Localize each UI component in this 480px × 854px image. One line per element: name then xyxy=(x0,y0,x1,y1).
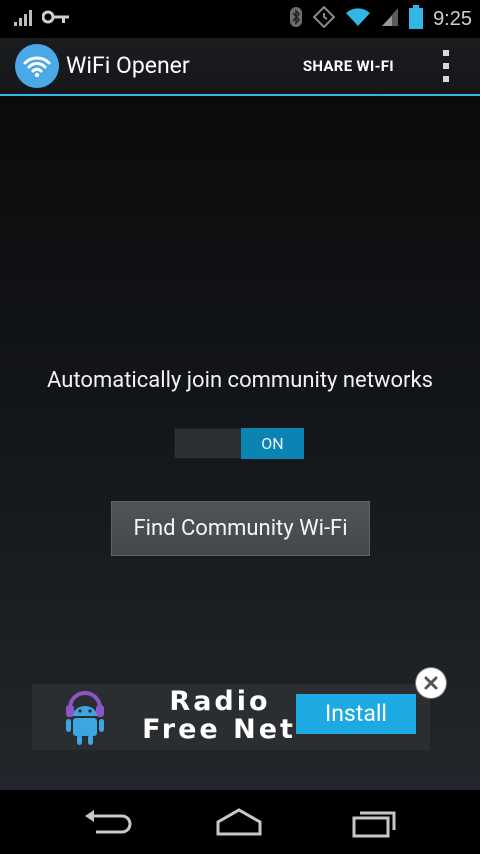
toggle-on-label: ON xyxy=(241,428,304,459)
recent-apps-icon[interactable] xyxy=(350,806,400,838)
signal-icon xyxy=(12,8,34,30)
bluetooth-icon xyxy=(289,6,303,32)
auto-join-label: Automatically join community networks xyxy=(47,368,433,393)
battery-icon xyxy=(409,5,424,33)
ad-banner[interactable]: Radio Free Net Install xyxy=(32,684,430,750)
android-radio-icon xyxy=(64,690,106,746)
key-icon xyxy=(41,9,70,29)
find-community-wifi-button[interactable]: Find Community Wi-Fi xyxy=(111,501,370,556)
action-bar: WiFi Opener SHARE WI-FI xyxy=(0,38,480,96)
navigation-bar xyxy=(0,790,480,854)
ad-install-button[interactable]: Install xyxy=(296,694,416,734)
wifi-logo-icon[interactable] xyxy=(15,44,59,88)
ad-close-icon[interactable] xyxy=(416,668,446,698)
alarm-icon xyxy=(312,5,336,32)
main-content: Automatically join community networks ON… xyxy=(0,96,480,790)
cell-signal-icon xyxy=(381,7,399,31)
clock: 9:25 xyxy=(433,7,472,30)
wifi-icon xyxy=(345,7,371,31)
home-icon[interactable] xyxy=(214,806,264,838)
status-bar: 9:25 xyxy=(0,0,480,38)
app-title: WiFi Opener xyxy=(66,52,190,79)
overflow-menu-icon[interactable] xyxy=(438,50,454,82)
share-wifi-button[interactable]: SHARE WI-FI xyxy=(303,38,394,94)
auto-join-toggle[interactable]: ON xyxy=(174,428,304,459)
ad-title-line2: Free Net xyxy=(142,714,296,745)
back-icon[interactable] xyxy=(82,806,132,838)
ad-title-line1: Radio xyxy=(169,686,271,717)
